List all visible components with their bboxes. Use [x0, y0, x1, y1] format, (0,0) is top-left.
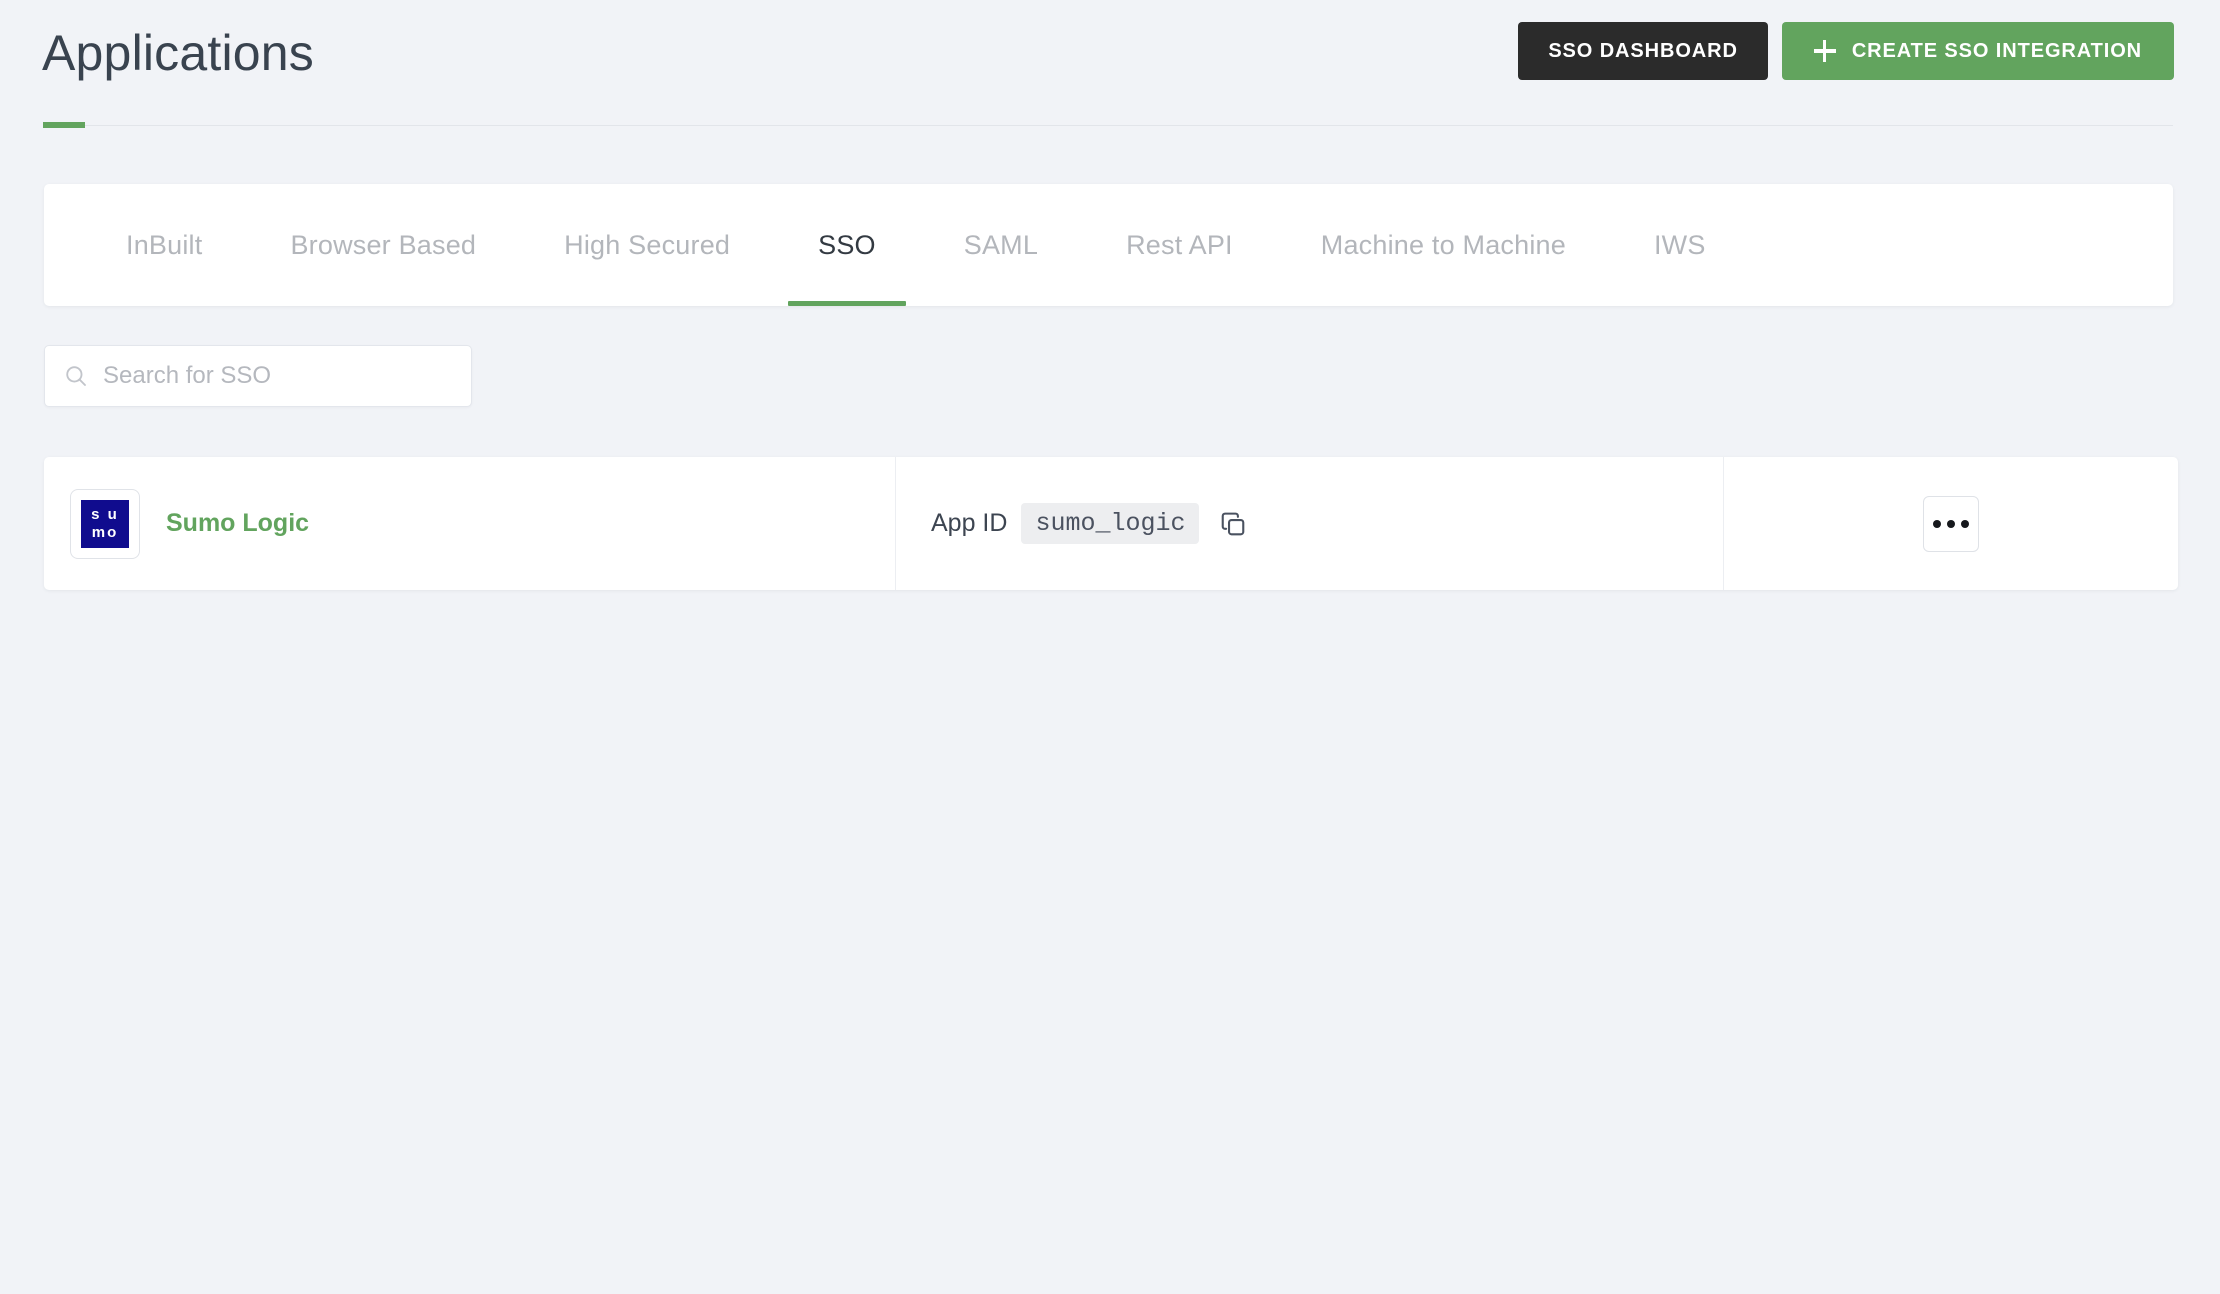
ellipsis-icon-dot-1 — [1933, 519, 1941, 528]
row-menu-button[interactable] — [1923, 495, 1979, 552]
app-id-value: sumo_logic — [1021, 503, 1200, 544]
tab-rest-api-label: Rest API — [1126, 229, 1233, 260]
tab-saml-label: SAML — [963, 229, 1039, 260]
sso-dashboard-button-label: SSO DASHBOARD — [1548, 39, 1738, 62]
tab-inbuilt[interactable]: InBuilt — [82, 184, 246, 306]
page-title: Applications — [42, 25, 315, 81]
tab-machine-to-machine[interactable]: Machine to Machine — [1277, 184, 1610, 306]
sso-dashboard-button[interactable]: SSO DASHBOARD — [1518, 22, 1768, 80]
search-box[interactable] — [44, 345, 472, 407]
page-header: Applications SSO DASHBOARD CREATE SSO IN… — [0, 0, 2220, 132]
tab-machine-to-machine-label: Machine to Machine — [1320, 229, 1566, 260]
tab-browser-based-label: Browser Based — [290, 229, 477, 260]
applications-page: Applications SSO DASHBOARD CREATE SSO IN… — [0, 0, 2220, 1294]
plus-icon — [1813, 40, 1836, 62]
sumo-logo-line1: s u — [91, 506, 119, 523]
tab-high-secured-label: High Secured — [564, 229, 731, 260]
create-sso-integration-button[interactable]: CREATE SSO INTEGRATION — [1781, 22, 2174, 80]
search-input[interactable] — [103, 346, 453, 406]
row-actions-cell — [1724, 457, 2178, 590]
tab-rest-api[interactable]: Rest API — [1082, 184, 1277, 306]
tab-sso[interactable]: SSO — [774, 184, 920, 306]
tab-iws-label: IWS — [1653, 229, 1706, 260]
copy-icon[interactable] — [1219, 510, 1247, 538]
tab-inbuilt-label: InBuilt — [126, 229, 203, 260]
tab-sso-label: SSO — [818, 229, 876, 260]
tab-iws[interactable]: IWS — [1610, 184, 1750, 306]
app-name-cell: s u mo Sumo Logic — [44, 457, 896, 590]
title-divider — [43, 125, 2173, 126]
title-accent-bar — [43, 122, 85, 128]
tab-browser-based[interactable]: Browser Based — [246, 184, 520, 306]
search-icon — [66, 366, 86, 386]
header-actions: SSO DASHBOARD CREATE SSO INTEGRATION — [1518, 22, 2174, 80]
sumo-logic-logo-icon: s u mo — [81, 499, 129, 548]
sumo-logo-line2: mo — [91, 524, 119, 541]
table-row: s u mo Sumo Logic App ID sumo_logic — [44, 457, 2178, 590]
app-name-link[interactable]: Sumo Logic — [166, 509, 309, 538]
app-id-cell: App ID sumo_logic — [896, 457, 1724, 590]
create-sso-integration-button-label: CREATE SSO INTEGRATION — [1851, 39, 2142, 62]
app-id-label: App ID — [931, 509, 1008, 537]
tab-bar: InBuilt Browser Based High Secured SSO S… — [44, 184, 2173, 306]
app-logo-frame: s u mo — [70, 488, 140, 559]
ellipsis-icon-dot-2 — [1947, 519, 1955, 528]
tab-high-secured[interactable]: High Secured — [520, 184, 774, 306]
ellipsis-icon-dot-3 — [1961, 519, 1969, 528]
tab-saml[interactable]: SAML — [920, 184, 1082, 306]
